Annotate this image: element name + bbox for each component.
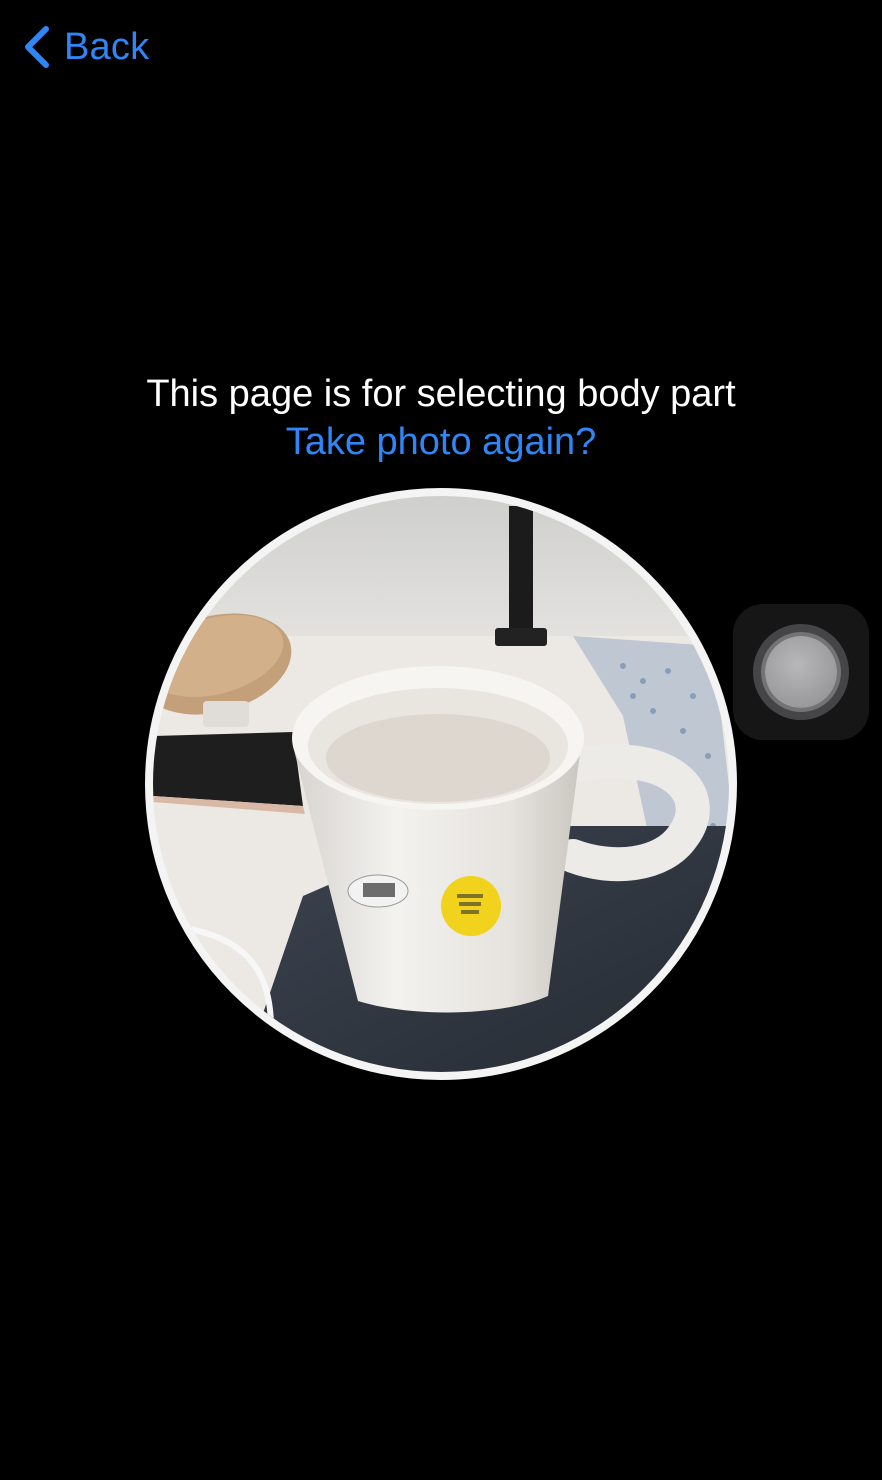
assistive-touch-button[interactable]: [733, 604, 869, 740]
back-label: Back: [64, 25, 150, 68]
take-photo-again-link[interactable]: Take photo again?: [286, 418, 597, 466]
assistive-touch-icon: [753, 624, 849, 720]
captured-photo[interactable]: [145, 488, 737, 1080]
assistive-touch-core: [765, 636, 837, 708]
prompt-block: This page is for selecting body part Tak…: [0, 370, 882, 466]
chevron-left-icon: [22, 25, 50, 69]
back-button[interactable]: Back: [22, 22, 149, 72]
prompt-message: This page is for selecting body part: [146, 373, 736, 415]
